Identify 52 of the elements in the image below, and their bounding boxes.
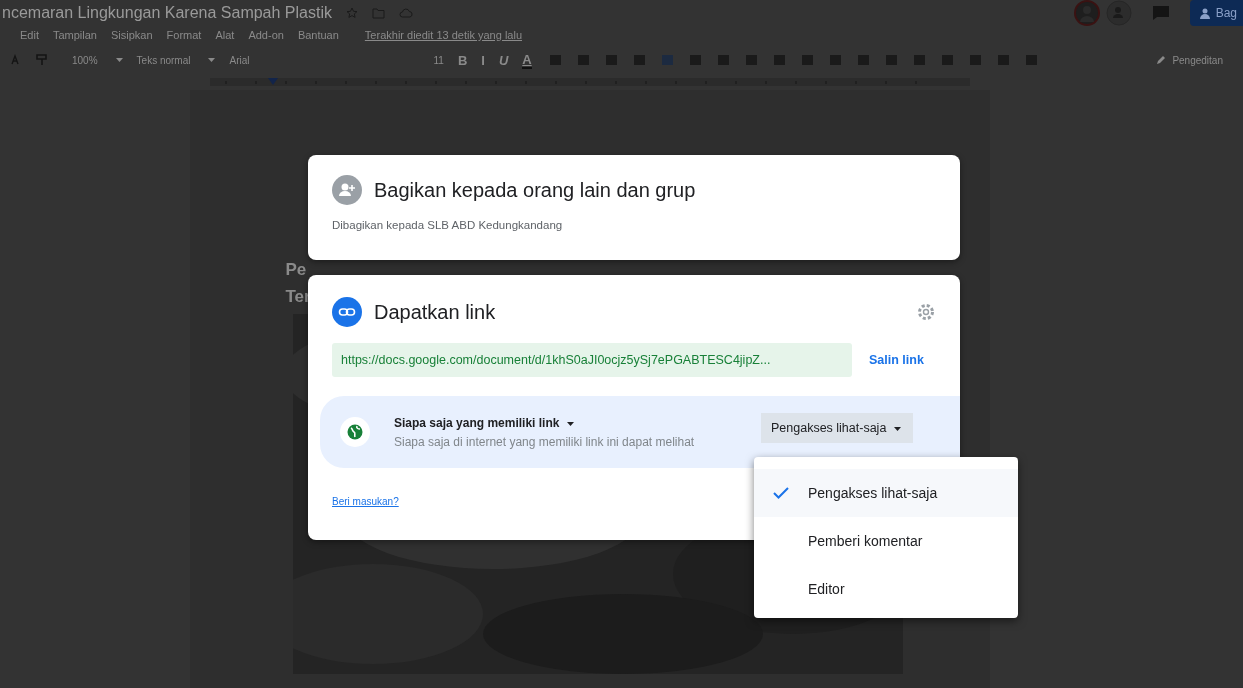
format-button[interactable]: I (481, 52, 485, 68)
avatar-icon[interactable] (1073, 0, 1100, 26)
caret-icon (208, 58, 216, 62)
dialog-title: Bagikan kepada orang lain dan grup (374, 178, 696, 202)
caret-icon (115, 58, 123, 62)
font-size-field[interactable]: 11 (433, 54, 444, 66)
dialog-title: Dapatkan link (374, 300, 496, 324)
check-icon (773, 487, 789, 499)
menu-item[interactable]: Tampilan (52, 29, 97, 41)
spellcheck-icon[interactable] (10, 54, 22, 66)
menu-option[interactable]: Pemberi komentar (754, 517, 1018, 565)
menu-item[interactable]: Alat (215, 29, 235, 41)
format-button[interactable]: U (498, 52, 509, 68)
access-scope-dropdown[interactable]: Siapa saja yang memiliki link (394, 416, 575, 430)
person-icon (1199, 7, 1210, 19)
document-text: Pe (285, 260, 307, 281)
link-icon (332, 297, 362, 327)
menu-option[interactable]: Editor (754, 565, 1018, 613)
menu-item[interactable]: Format (166, 29, 202, 41)
menu-option[interactable]: Pengakses lihat-saja (754, 469, 1018, 517)
cloud-icon[interactable] (399, 8, 413, 18)
document-title[interactable]: ncemaran Lingkungan Karena Sampah Plastik (2, 4, 332, 22)
access-description: Siapa saja di internet yang memiliki link ini dapat melihat (394, 434, 696, 451)
comment-icon[interactable] (1151, 5, 1170, 21)
folder-icon[interactable] (372, 7, 385, 19)
document-text: Ter (285, 287, 311, 308)
add-person-icon (332, 175, 362, 205)
paint-format-icon[interactable] (36, 54, 48, 66)
format-button[interactable]: B (457, 52, 468, 68)
pencil-icon (1156, 55, 1167, 65)
menu-item[interactable]: Edit (20, 29, 39, 41)
settings-icon[interactable] (916, 302, 936, 322)
star-icon[interactable] (346, 7, 358, 19)
link-field[interactable]: https://docs.google.com/document/d/1khS0aJI0ocjz5ySj7ePGABTESC4jipZ... (332, 343, 852, 377)
role-dropdown[interactable]: Pengakses lihat-saja (761, 413, 914, 443)
shared-with-text: Dibagikan kepada SLB ABD Kedungkandang (332, 219, 564, 231)
feedback-link[interactable]: Beri masukan? (332, 496, 399, 507)
style-select[interactable]: Teks normal (136, 54, 191, 66)
caret-icon (894, 426, 902, 431)
globe-icon (347, 424, 363, 440)
person-icon[interactable] (1105, 0, 1132, 26)
menu-item[interactable]: Add-on (248, 29, 284, 41)
font-select[interactable]: Arial (229, 54, 420, 66)
menu-item[interactable]: Bantuan (297, 29, 339, 41)
editing-mode-button[interactable]: Pengeditan (1172, 54, 1223, 66)
zoom-select[interactable]: 100% (72, 54, 98, 66)
share-button[interactable]: Bag (1189, 0, 1243, 26)
copy-link-button[interactable]: Salin link (869, 353, 924, 367)
menu-item[interactable]: Sisipkan (111, 29, 153, 41)
last-edit-link[interactable]: Terakhir diedit 13 detik yang lalu (364, 29, 522, 41)
format-button[interactable]: A (522, 51, 532, 69)
caret-icon (567, 421, 575, 426)
